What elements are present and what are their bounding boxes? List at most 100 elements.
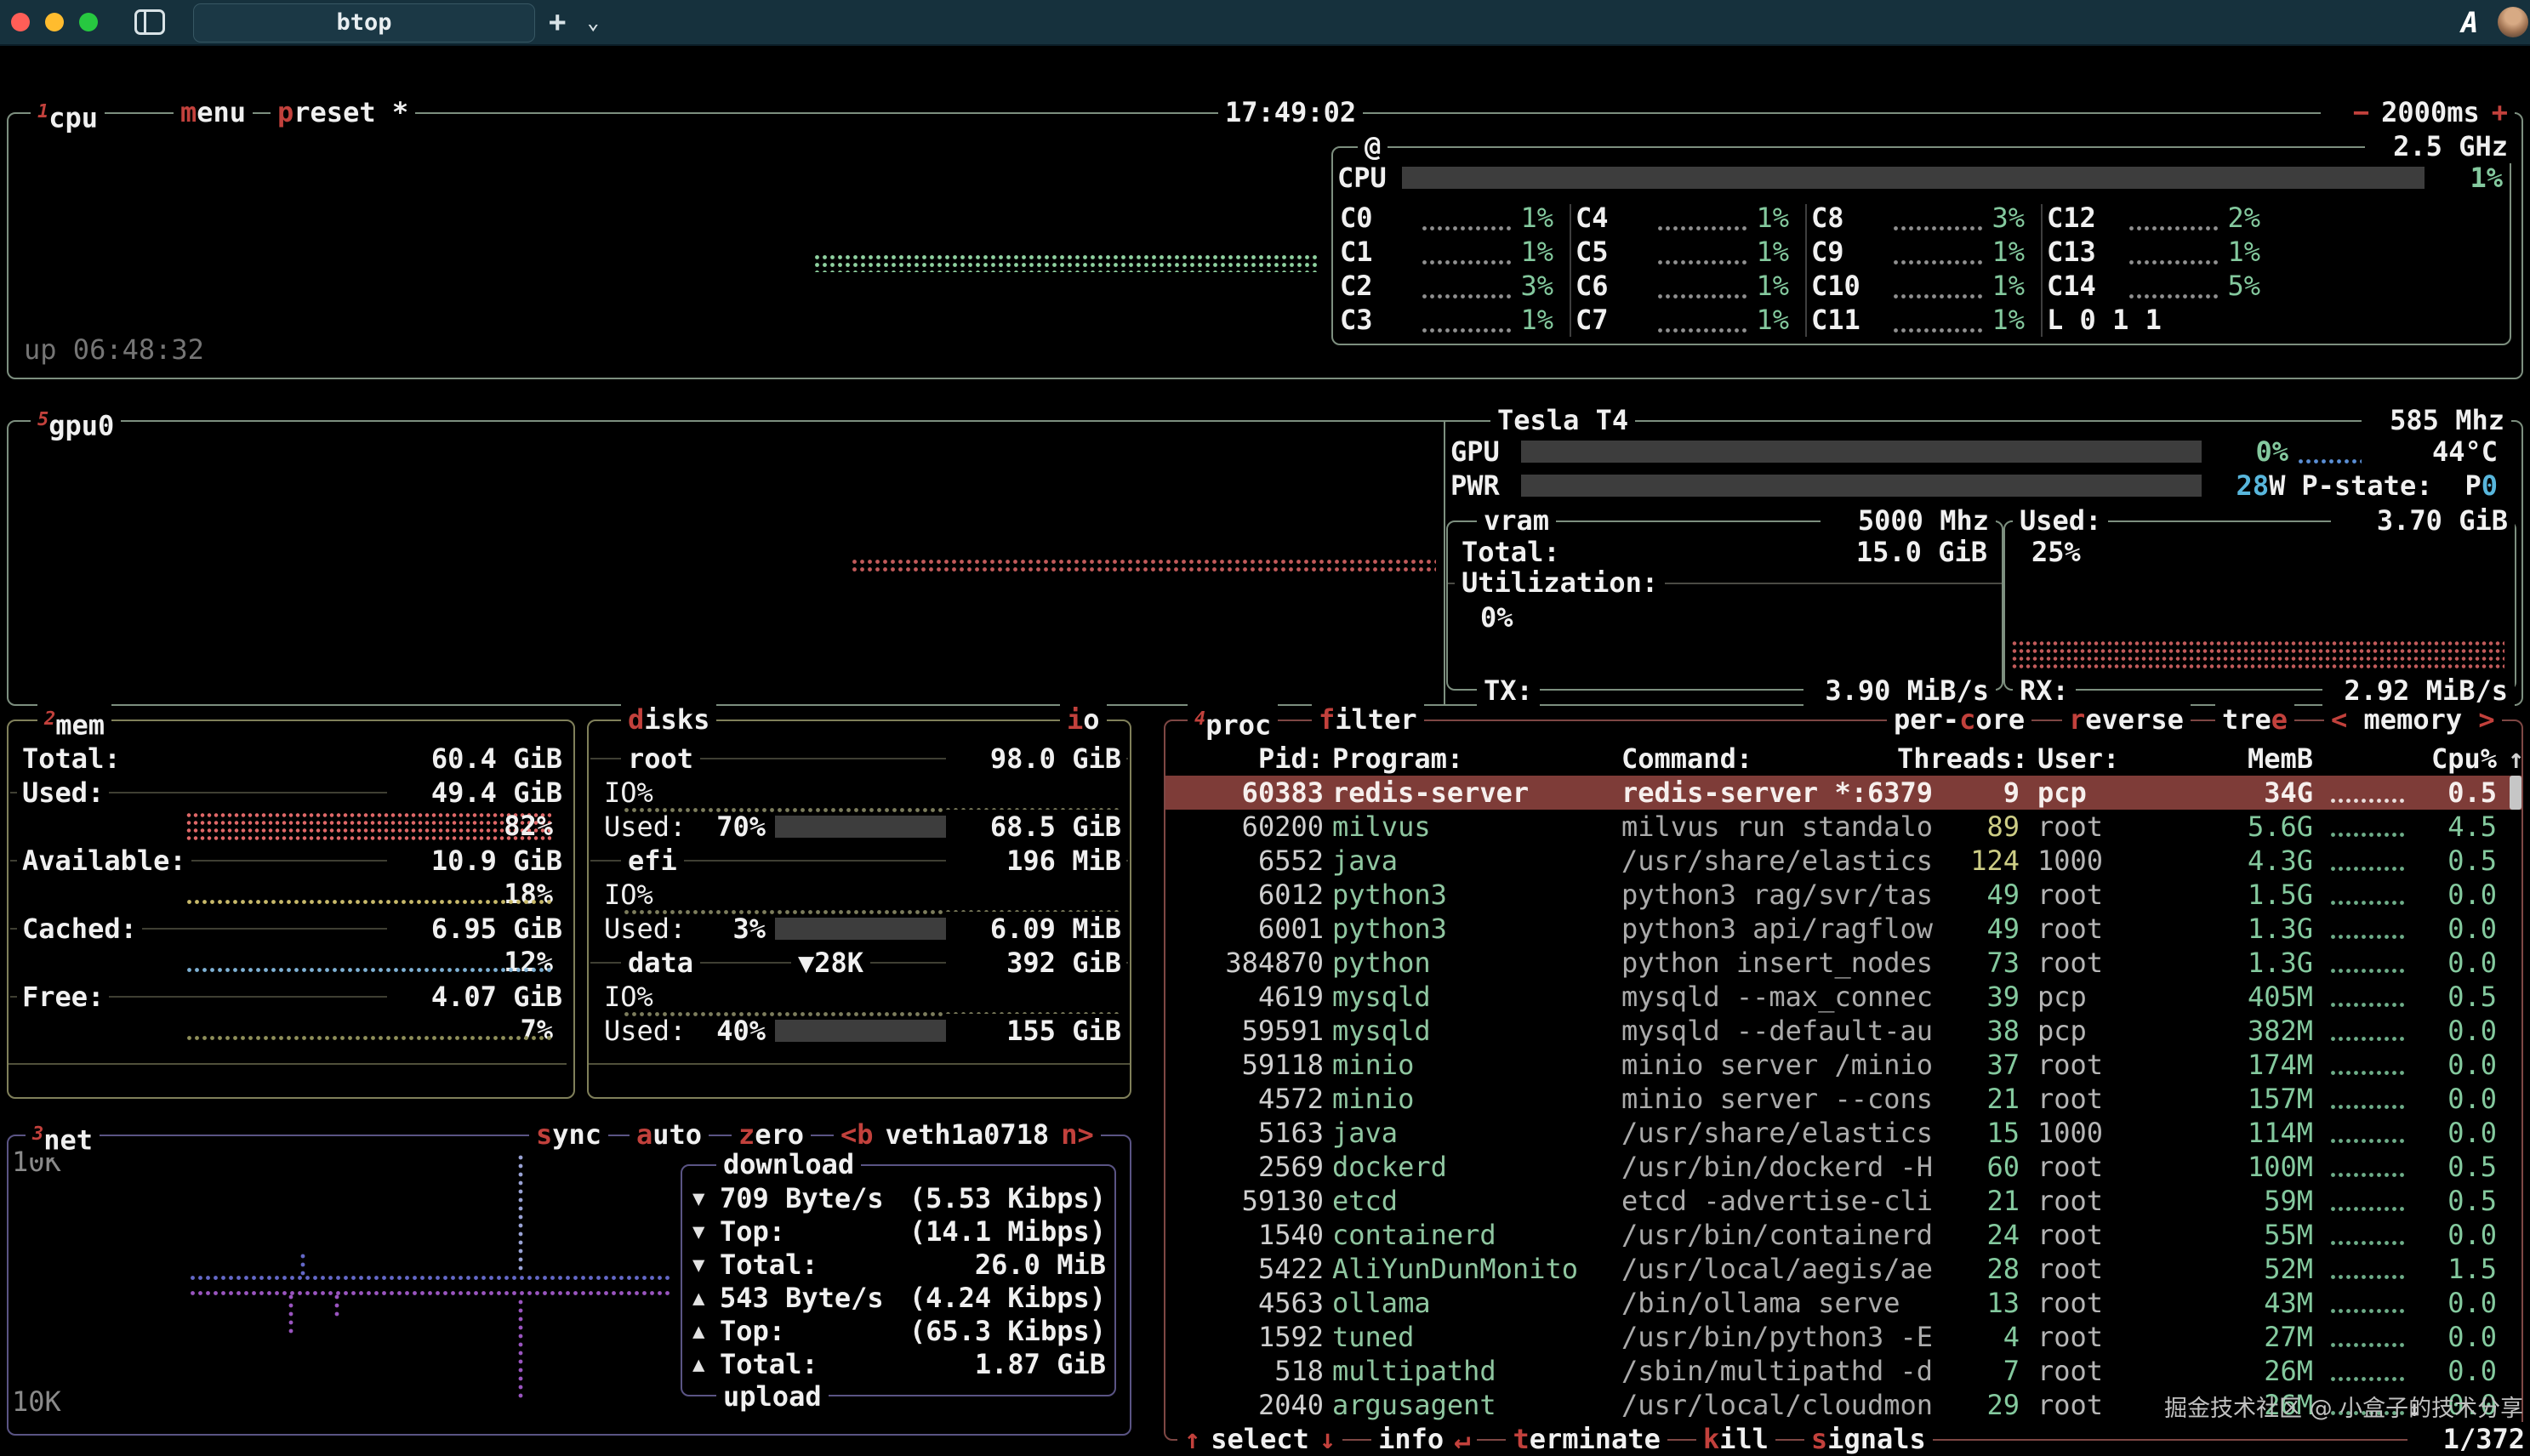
cell-pid: 60200	[1165, 810, 1324, 844]
cell-pid: 1592	[1165, 1320, 1324, 1354]
cpu-core-cell: C7 1%	[1576, 303, 1811, 337]
table-row[interactable]: 59591 mysqld mysqld --default-au 38 pcp …	[1165, 1014, 2521, 1048]
preset-button[interactable]: preset *	[271, 95, 415, 129]
proc-sort-selector[interactable]: < memory >	[2324, 702, 2502, 737]
table-row[interactable]: 4572 minio minio server --cons 21 root 1…	[1165, 1082, 2521, 1116]
table-row[interactable]: 5422 AliYunDunMonito /usr/local/aegis/ae…	[1165, 1252, 2521, 1286]
disks-box-title[interactable]: disks	[621, 702, 716, 737]
clock: 17:49:02	[1218, 95, 1363, 129]
net-interface-selector[interactable]: <bveth1a0718n>	[834, 1118, 1101, 1152]
menu-button[interactable]: menu	[174, 95, 253, 129]
proc-filter-button[interactable]: filter	[1312, 702, 1424, 737]
cell-pid: 2040	[1165, 1388, 1324, 1422]
cell-program: mysqld	[1332, 980, 1613, 1014]
disk-name: root	[621, 742, 700, 776]
gpu-util-bar	[1521, 441, 2202, 463]
table-row[interactable]: 6001 python3 python3 api/ragflow 49 root…	[1165, 912, 2521, 946]
table-row[interactable]: 5163 java /usr/share/elastics 15 1000 11…	[1165, 1116, 2521, 1150]
cell-user: root	[2037, 946, 2199, 980]
core-history-dots	[2128, 293, 2219, 299]
table-row[interactable]: 59118 minio minio server /minio 37 root …	[1165, 1048, 2521, 1082]
core-label: C1	[1340, 235, 1373, 269]
proc-scrollbar-thumb[interactable]	[2510, 776, 2521, 810]
disks-io-toggle[interactable]: io	[1060, 702, 1107, 737]
direction-arrow-icon: ▼	[692, 1248, 704, 1282]
kill-action[interactable]: kill	[1696, 1422, 1775, 1456]
terminal-tab[interactable]: btop	[193, 3, 535, 43]
vram-total-value: 15.0 GiB	[1812, 535, 1992, 569]
select-action[interactable]: ↑select↓	[1177, 1422, 1342, 1456]
mem-cached-value: 6.95 GiB	[387, 912, 567, 946]
avatar[interactable]	[2498, 7, 2528, 37]
cell-cpu: 0.0	[2420, 1218, 2497, 1252]
vram-used-value: 3.70 GiB	[2331, 503, 2515, 537]
table-row[interactable]: 59130 etcd etcd -advertise-cli 21 root 5…	[1165, 1184, 2521, 1218]
gpu-temp-graph	[2297, 458, 2362, 465]
cell-memb: 100M	[2212, 1150, 2313, 1184]
upload-title: upload	[716, 1379, 829, 1413]
disk-size: 196 MiB	[946, 844, 1126, 878]
proc-tree-toggle[interactable]: tree	[2215, 702, 2294, 737]
cell-user: pcp	[2037, 776, 2199, 810]
terminate-action[interactable]: terminate	[1506, 1422, 1667, 1456]
net-graph-spike	[333, 1293, 340, 1318]
cpu-core-cell: C10 1%	[1811, 269, 2047, 303]
proc-box-title[interactable]: 4proc	[1188, 702, 1278, 742]
core-label: C3	[1340, 303, 1373, 337]
cell-cpu: 0.0	[2420, 946, 2497, 980]
header-memb[interactable]: MemB	[2212, 742, 2313, 776]
proc-reverse-toggle[interactable]: reverse	[2062, 702, 2191, 737]
net-stat-label: Total:	[720, 1348, 818, 1381]
table-row[interactable]: 4563 ollama /bin/ollama serve 13 root 43…	[1165, 1286, 2521, 1320]
header-cpu[interactable]: Cpu%	[2420, 742, 2497, 776]
net-sync-button[interactable]: sync	[529, 1118, 608, 1152]
mem-box-title[interactable]: 2mem	[37, 702, 111, 742]
header-pid[interactable]: Pid:	[1165, 742, 1324, 776]
table-row[interactable]: 518 multipathd /sbin/multipathd -d 7 roo…	[1165, 1354, 2521, 1388]
proc-percore-toggle[interactable]: per-core	[1887, 702, 2031, 737]
header-threads[interactable]: Threads:	[1897, 742, 2020, 776]
table-row[interactable]: 6012 python3 python3 rag/svr/tas 49 root…	[1165, 878, 2521, 912]
cell-cpu-graph	[2329, 1273, 2404, 1280]
table-row[interactable]: 4619 mysqld mysqld --max_connec 39 pcp 4…	[1165, 980, 2521, 1014]
table-row[interactable]: 6552 java /usr/share/elastics 124 1000 4…	[1165, 844, 2521, 878]
header-program[interactable]: Program:	[1332, 742, 1613, 776]
close-window-button[interactable]	[11, 13, 30, 31]
tab-dropdown-chevron-icon[interactable]: ⌄	[587, 0, 599, 44]
sort-arrow-icon[interactable]: ↑	[2508, 742, 2524, 776]
direction-arrow-icon: ▲	[692, 1315, 704, 1348]
core-label: C8	[1811, 201, 1844, 235]
zoom-window-button[interactable]	[79, 13, 98, 31]
gpu-box-title[interactable]: 5gpu0	[31, 403, 121, 443]
minimize-window-button[interactable]	[45, 13, 64, 31]
cell-threads: 73	[1897, 946, 2020, 980]
cell-user: root	[2037, 1218, 2199, 1252]
net-zero-button[interactable]: zero	[732, 1118, 811, 1152]
table-row[interactable]: 1540 containerd /usr/bin/containerd 24 r…	[1165, 1218, 2521, 1252]
gpu-panel-divider	[1444, 422, 1445, 704]
net-stat-value: (5.53 Kibps)	[909, 1182, 1106, 1215]
info-action[interactable]: info↵	[1371, 1422, 1477, 1456]
cpu-box-title[interactable]: 1cpu	[31, 95, 105, 135]
net-auto-button[interactable]: auto	[630, 1118, 709, 1152]
table-row[interactable]: 2569 dockerd /usr/bin/dockerd -H 60 root…	[1165, 1150, 2521, 1184]
table-row[interactable]: 60200 milvus milvus run standalo 89 root…	[1165, 810, 2521, 844]
cell-memb: 5.6G	[2212, 810, 2313, 844]
update-interval[interactable]: −2000ms+	[2321, 95, 2515, 129]
core-label: C5	[1576, 235, 1609, 269]
table-row[interactable]: 1592 tuned /usr/bin/python3 -E 4 root 27…	[1165, 1320, 2521, 1354]
header-user[interactable]: User:	[2037, 742, 2199, 776]
core-history-dots	[1421, 259, 1513, 264]
vram-frequency: 5000 Mhz	[1821, 503, 1996, 537]
cell-cpu-graph	[2329, 1035, 2404, 1042]
net-box-title[interactable]: 3net	[26, 1118, 100, 1157]
cell-user: root	[2037, 912, 2199, 946]
cell-cpu-graph	[2329, 797, 2404, 804]
table-row[interactable]: 384870 python python insert_nodes 73 roo…	[1165, 946, 2521, 980]
disk-used-percent: 70%	[672, 810, 766, 844]
sidebar-toggle-icon[interactable]	[134, 9, 165, 35]
signals-action[interactable]: signals	[1804, 1422, 1933, 1456]
new-tab-button[interactable]: +	[549, 0, 566, 44]
proc-table: 60383 redis-server redis-server *:6379 9…	[1165, 776, 2521, 1422]
table-row[interactable]: 60383 redis-server redis-server *:6379 9…	[1165, 776, 2521, 810]
